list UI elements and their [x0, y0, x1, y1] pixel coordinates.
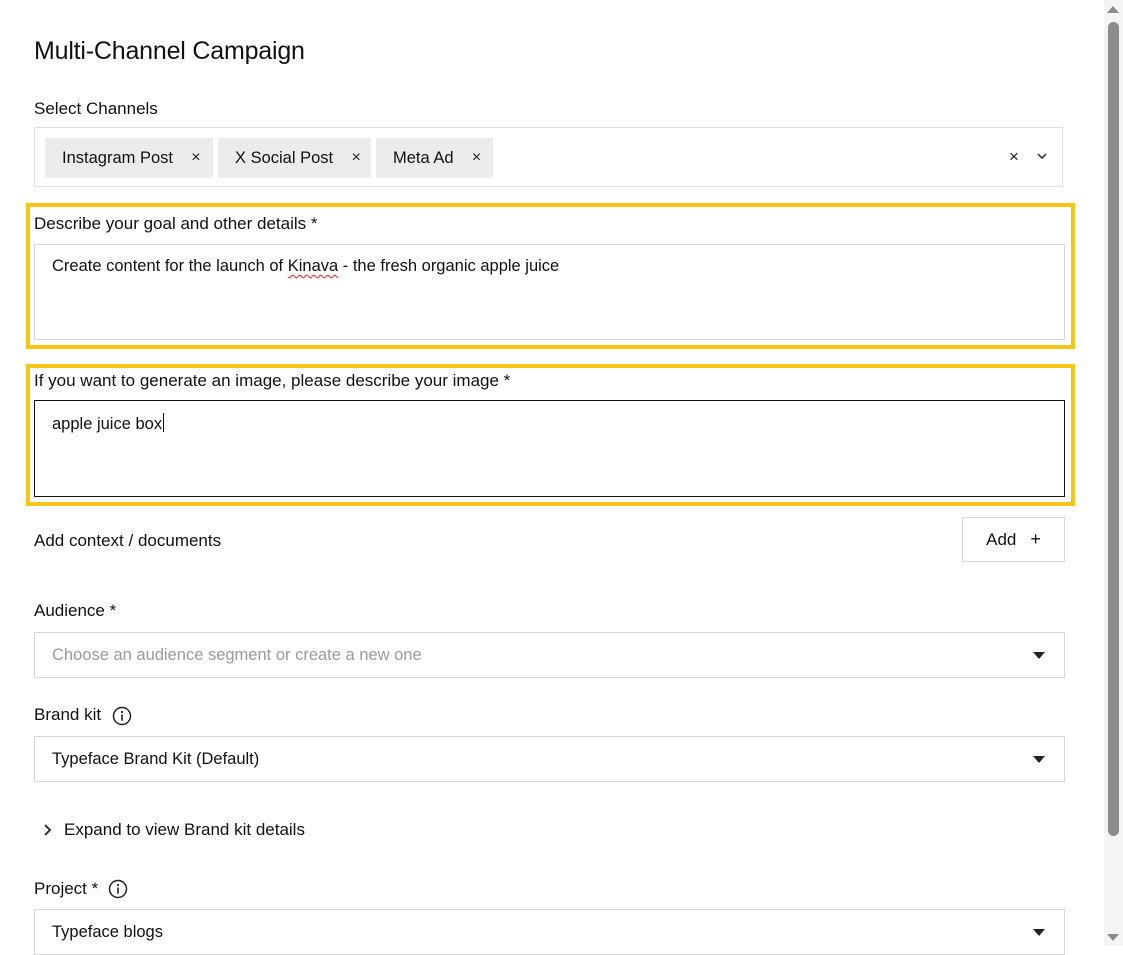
info-icon[interactable] [108, 879, 128, 899]
caret-down-icon [1033, 652, 1045, 659]
goal-text-rest: - the fresh organic apple juice [338, 257, 559, 275]
scrollbar-thumb[interactable] [1108, 22, 1119, 836]
chevron-right-icon [42, 823, 54, 837]
info-icon[interactable] [112, 706, 132, 726]
caret-down-icon [1033, 756, 1045, 763]
channel-chip-x-social: X Social Post × [218, 138, 371, 178]
brand-kit-label: Brand kit [34, 705, 101, 725]
context-label: Add context / documents [34, 531, 221, 551]
image-prompt-textarea[interactable]: apple juice box [34, 400, 1065, 497]
channel-chip-label: Meta Ad [393, 149, 454, 168]
text-caret [163, 413, 164, 432]
scroll-down-arrow-icon[interactable] [1107, 934, 1119, 941]
remove-chip-icon[interactable]: × [470, 149, 484, 167]
expand-brand-kit-toggle[interactable]: Expand to view Brand kit details [42, 820, 305, 840]
channels-multiselect[interactable]: Instagram Post × X Social Post × Meta Ad… [34, 127, 1063, 187]
brand-kit-value: Typeface Brand Kit (Default) [52, 750, 259, 769]
project-label: Project * [34, 879, 98, 899]
channel-chip-meta-ad: Meta Ad × [376, 138, 493, 178]
remove-chip-icon[interactable]: × [349, 149, 363, 167]
scroll-up-arrow-icon[interactable] [1107, 6, 1119, 13]
project-select[interactable]: Typeface blogs [34, 909, 1065, 955]
goal-text: Create content for the launch of [52, 257, 288, 275]
caret-down-icon [1033, 929, 1045, 936]
expand-label: Expand to view Brand kit details [64, 820, 305, 840]
misspelled-word: Kinava [288, 257, 338, 275]
channel-chip-label: X Social Post [235, 149, 333, 168]
audience-placeholder: Choose an audience segment or create a n… [52, 646, 422, 665]
brand-kit-select[interactable]: Typeface Brand Kit (Default) [34, 736, 1065, 782]
page-title: Multi-Channel Campaign [34, 37, 305, 66]
audience-select[interactable]: Choose an audience segment or create a n… [34, 632, 1065, 678]
image-prompt-text: apple juice box [52, 415, 162, 433]
channel-chip-label: Instagram Post [62, 149, 173, 168]
image-prompt-label: If you want to generate an image, please… [34, 371, 510, 391]
add-button-label: Add [986, 530, 1016, 550]
clear-all-icon[interactable]: × [1005, 147, 1023, 167]
project-value: Typeface blogs [52, 923, 163, 942]
goal-textarea[interactable]: Create content for the launch of Kinava … [34, 244, 1065, 340]
campaign-form: Multi-Channel Campaign Select Channels I… [0, 0, 1104, 946]
audience-label: Audience * [34, 601, 116, 621]
add-context-button[interactable]: Add + [962, 517, 1065, 562]
channel-chip-instagram: Instagram Post × [45, 138, 213, 178]
remove-chip-icon[interactable]: × [189, 149, 203, 167]
channels-label: Select Channels [34, 99, 158, 119]
plus-icon: + [1030, 529, 1041, 550]
goal-label: Describe your goal and other details * [34, 214, 318, 234]
vertical-scrollbar[interactable] [1104, 0, 1123, 946]
chevron-down-icon[interactable] [1034, 149, 1050, 163]
